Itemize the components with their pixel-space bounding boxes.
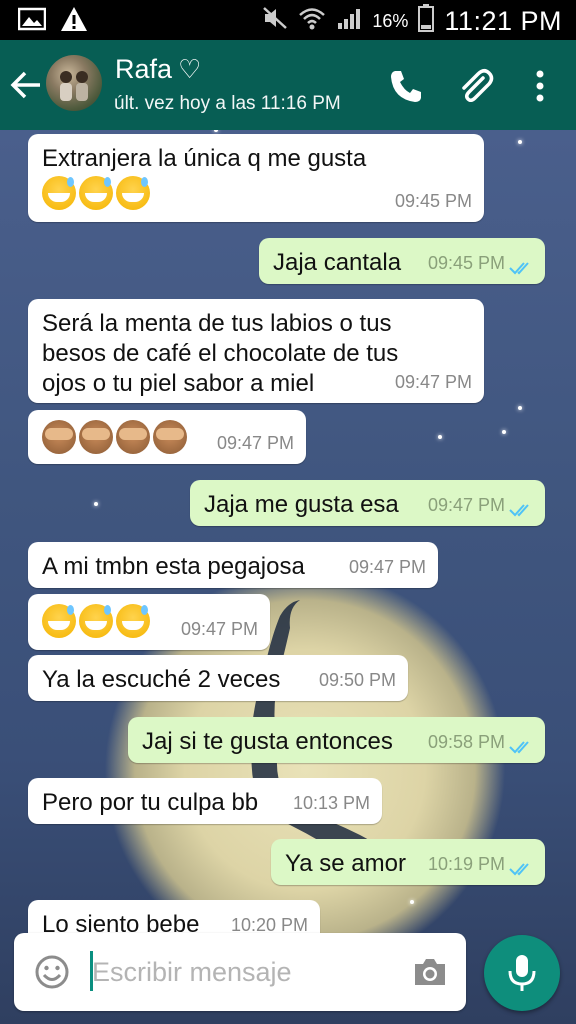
emoji-button[interactable] [34, 954, 70, 990]
battery-percent: 16% [372, 10, 409, 31]
message-time: 10:13 PM [292, 793, 370, 813]
sweat-smile-emoji [116, 176, 150, 210]
sweat-smile-emoji [116, 604, 150, 638]
wallpaper-star [502, 430, 506, 434]
incoming-message[interactable]: A mi tmbn esta pegajosa 09:47 PM [28, 542, 438, 588]
phone-icon [391, 71, 421, 102]
message-time: 10:19 PM [427, 854, 505, 874]
message-input[interactable] [92, 947, 392, 997]
outgoing-message[interactable]: Jaja cantala 09:45 PM [259, 238, 545, 284]
message-line: besos de café el chocolate de tus [42, 340, 399, 367]
chat-area[interactable]: Extranjera la única q me gusta 09:45 PM … [0, 130, 576, 1024]
microphone-icon [508, 955, 536, 991]
read-receipt-icon [509, 741, 529, 754]
wallpaper-star [94, 502, 98, 506]
message-line: Será la menta de tus labios o tus [42, 310, 392, 337]
camera-button[interactable] [412, 955, 448, 989]
sweat-smile-emoji [79, 176, 113, 210]
sweat-smile-emoji [79, 604, 113, 638]
incoming-message[interactable]: 09:47 PM [28, 410, 306, 464]
clock: 11:21 PM [444, 5, 562, 36]
heart-symbol: ♡ [178, 54, 202, 84]
incoming-message[interactable]: 09:47 PM [28, 594, 270, 650]
see-no-evil-monkey-emoji [79, 420, 113, 454]
message-time: 09:45 PM [394, 191, 472, 211]
last-seen-status: últ. vez hoy a las 11:16 PM [114, 93, 341, 114]
more-vert-icon [536, 70, 544, 102]
incoming-message[interactable]: Extranjera la única q me gusta 09:45 PM [28, 134, 484, 222]
back-button[interactable] [8, 64, 44, 106]
wallpaper-star [438, 435, 442, 439]
wifi-icon [298, 6, 326, 36]
see-no-evil-monkey-emoji [153, 420, 187, 454]
chat-header: Rafa ♡ últ. vez hoy a las 11:16 PM [0, 40, 576, 130]
outgoing-message[interactable]: Ya se amor 10:19 PM [271, 839, 545, 885]
message-time: 09:47 PM [348, 557, 426, 577]
contact-name[interactable]: Rafa ♡ [115, 54, 201, 85]
outgoing-message[interactable]: Jaj si te gusta entonces 09:58 PM [128, 717, 545, 763]
status-bar: 16% 11:21 PM [0, 0, 576, 40]
wallpaper-star [214, 130, 218, 132]
message-text: Extranjera la única q me gusta [42, 145, 367, 172]
camera-icon [415, 959, 445, 985]
incoming-message[interactable]: Será la menta de tus labios o tus besos … [28, 299, 484, 403]
message-time: 09:47 PM [216, 433, 294, 453]
battery-icon [418, 4, 435, 38]
read-receipt-icon [509, 863, 529, 876]
see-no-evil-monkey-emoji [42, 420, 76, 454]
wallpaper-star [518, 140, 522, 144]
read-receipt-icon [509, 262, 529, 275]
sweat-smile-emoji [42, 176, 76, 210]
message-time: 09:47 PM [394, 372, 472, 392]
wallpaper-star [410, 900, 414, 904]
more-options-button[interactable] [520, 66, 560, 106]
signal-icon [336, 6, 362, 36]
read-receipt-icon [509, 504, 529, 517]
attach-button[interactable] [456, 66, 496, 106]
paperclip-icon [462, 69, 494, 103]
message-time: 09:58 PM [427, 732, 505, 752]
see-no-evil-monkey-emoji [116, 420, 150, 454]
message-time: 09:47 PM [427, 495, 505, 515]
mute-icon [262, 6, 288, 36]
incoming-message[interactable]: Pero por tu culpa bb 10:13 PM [28, 778, 382, 824]
contact-name-text: Rafa [115, 54, 173, 84]
outgoing-message[interactable]: Jaja me gusta esa 09:47 PM [190, 480, 545, 526]
voice-message-button[interactable] [484, 935, 560, 1011]
message-time: 09:47 PM [180, 619, 258, 639]
warning-icon [60, 6, 88, 37]
sweat-smile-emoji [42, 604, 76, 638]
incoming-message[interactable]: Ya la escuché 2 veces 09:50 PM [28, 655, 408, 701]
call-button[interactable] [386, 66, 426, 106]
image-icon [17, 7, 47, 36]
avatar[interactable] [46, 55, 102, 111]
wallpaper-star [518, 406, 522, 410]
message-time: 09:50 PM [318, 670, 396, 690]
smiley-icon [35, 955, 69, 989]
back-arrow-icon [10, 71, 40, 99]
message-time: 09:45 PM [427, 253, 505, 273]
message-composer [14, 933, 466, 1011]
